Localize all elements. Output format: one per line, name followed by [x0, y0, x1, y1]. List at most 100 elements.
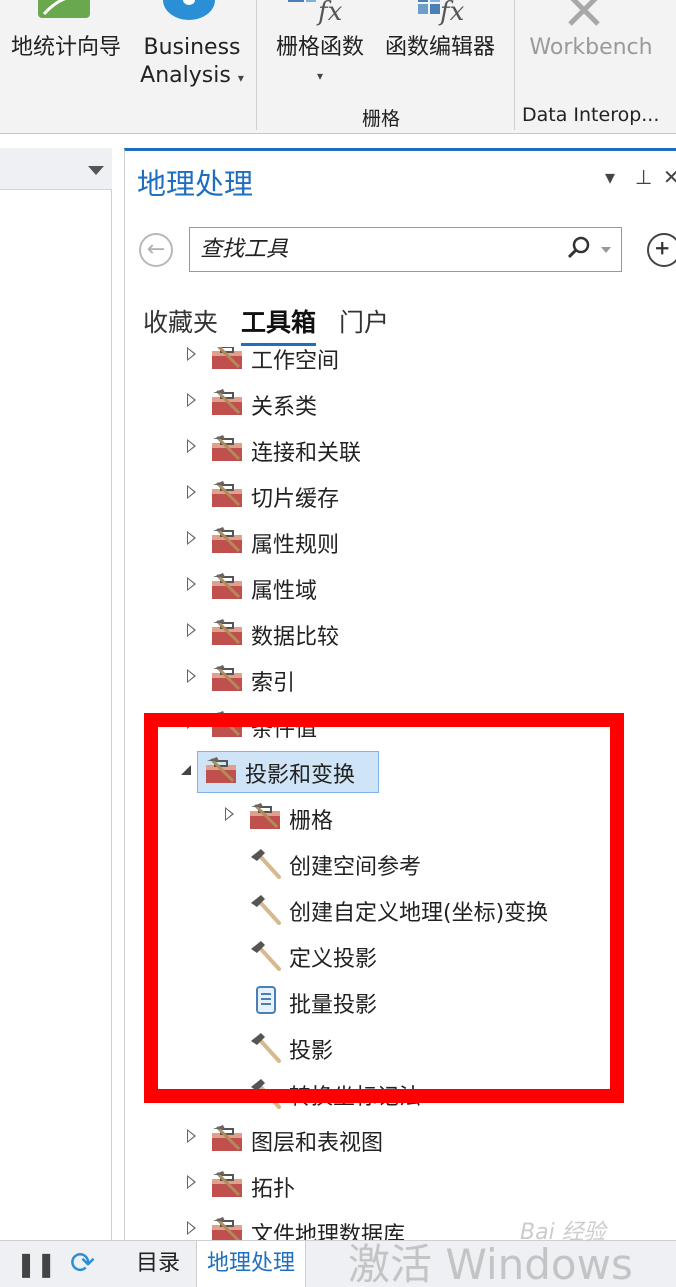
tool-item[interactable]: 投影 [125, 1027, 676, 1067]
workbench-icon [568, 0, 600, 26]
tree-item-label: 数据比较 [251, 625, 340, 650]
function-editor-button[interactable]: 函数编辑器 [378, 34, 502, 62]
search-options-chevron-icon[interactable] [601, 247, 611, 253]
tree-item-label: 条件值 [251, 717, 318, 742]
toolbox-item[interactable]: 条件值 [125, 705, 676, 745]
expand-arrow-icon[interactable] [187, 715, 196, 729]
pane-options-dropdown-icon[interactable]: ▾ [605, 165, 615, 189]
raster-functions-label: 栅格函数 [275, 35, 364, 60]
tree-item-label: 拓扑 [251, 1177, 296, 1202]
business-analysis-button[interactable]: Business Analysis ▾ [134, 34, 250, 92]
workbench-button[interactable]: Workbench [526, 34, 656, 62]
toolbox-icon [211, 663, 245, 695]
toolbox-icon [211, 525, 245, 557]
pause-icon[interactable]: ❚❚ [6, 1241, 66, 1287]
toolbox-item[interactable]: 连接和关联 [125, 429, 676, 469]
tree-item-label: 创建自定义地理(坐标)变换 [289, 901, 549, 926]
toolbox-icon [211, 387, 245, 419]
geostatistical-wizard-button[interactable]: 地统计向导 [4, 34, 128, 62]
expand-arrow-icon[interactable] [187, 531, 196, 545]
expand-arrow-icon[interactable] [187, 669, 196, 683]
back-arrow-icon[interactable]: ← [139, 233, 173, 267]
tree-item-label: 工作空间 [251, 349, 340, 374]
left-pane [0, 148, 112, 1240]
pane-title: 地理处理 [137, 167, 254, 201]
hammer-tool-icon [249, 847, 283, 879]
expand-arrow-icon[interactable] [187, 485, 196, 499]
tab-geoprocessing[interactable]: 地理处理 [196, 1241, 307, 1287]
tool-item[interactable]: 创建空间参考 [125, 843, 676, 883]
toolbox-item[interactable]: 栅格 [125, 797, 676, 837]
tab-portal[interactable]: 门户 [339, 303, 389, 343]
toolbox-icon [211, 709, 245, 741]
expand-arrow-icon[interactable] [187, 347, 196, 361]
function-editor-icon: fx [418, 0, 465, 26]
collapse-arrow-icon[interactable] [181, 765, 191, 775]
tree-item-label: 创建空间参考 [289, 855, 422, 880]
tool-item[interactable]: 定义投影 [125, 935, 676, 975]
toolbox-item[interactable]: 图层和表视图 [125, 1119, 676, 1159]
svg-text:fx: fx [438, 0, 465, 26]
toolbox-item[interactable]: 拓扑 [125, 1165, 676, 1205]
function-editor-label: 函数编辑器 [384, 35, 495, 60]
geoprocessing-pane: 地理处理 ▾ ⊥ ✕ ← 收藏夹 工具箱 门户 工作空间关系类连接和关联切片缓存… [124, 148, 676, 1243]
tab-favorites[interactable]: 收藏夹 [143, 303, 218, 343]
geostatistical-wizard-label: 地统计向导 [10, 35, 121, 60]
search-icon[interactable] [567, 236, 591, 260]
raster-functions-button[interactable]: 栅格函数 ▾ [266, 34, 374, 90]
business-analysis-label-line1: Business [143, 35, 241, 60]
hammer-tool-icon [249, 1031, 283, 1063]
toolbox-item[interactable]: 索引 [125, 659, 676, 699]
tree-item-label: 切片缓存 [251, 487, 340, 512]
toolbox-icon [211, 1123, 245, 1155]
toolbox-icon [211, 347, 245, 373]
toolbox-item[interactable]: 工作空间 [125, 347, 676, 377]
raster-group-label: 栅格 [362, 108, 401, 130]
business-analysis-icon [163, 0, 215, 20]
tool-item[interactable]: 转换坐标记法 [125, 1073, 676, 1113]
tab-catalog[interactable]: 目录 [126, 1241, 190, 1287]
expand-arrow-icon[interactable] [187, 1129, 196, 1143]
toolbox-item[interactable]: 切片缓存 [125, 475, 676, 515]
pane-menu-dropdown-icon[interactable] [88, 166, 104, 175]
expand-arrow-icon[interactable] [225, 807, 234, 821]
data-interop-group-label: Data Interop... [522, 104, 660, 126]
pin-icon[interactable]: ⊥ [635, 165, 652, 189]
toolbox-item-expanded[interactable]: 投影和变换 [125, 751, 676, 793]
toolbox-item[interactable]: 属性规则 [125, 521, 676, 561]
refresh-icon[interactable]: ⟳ [60, 1241, 105, 1287]
tool-item[interactable]: 创建自定义地理(坐标)变换 [125, 889, 676, 929]
tree-item-label: 批量投影 [289, 993, 378, 1018]
toolbox-tree: 工作空间关系类连接和关联切片缓存属性规则属性域数据比较索引条件值投影和变换栅格创… [125, 347, 676, 1243]
tree-item-label: 投影和变换 [245, 763, 356, 788]
tool-item[interactable]: 批量投影 [125, 981, 676, 1021]
expand-arrow-icon[interactable] [187, 439, 196, 453]
toolbox-item[interactable]: 属性域 [125, 567, 676, 607]
expand-arrow-icon[interactable] [187, 393, 196, 407]
expand-arrow-icon[interactable] [187, 623, 196, 637]
search-input[interactable] [200, 234, 540, 264]
expand-arrow-icon[interactable] [187, 1175, 196, 1189]
toolbox-icon [211, 479, 245, 511]
svg-text:fx: fx [316, 0, 343, 26]
tree-item-label: 图层和表视图 [251, 1131, 384, 1156]
script-tool-icon [249, 985, 283, 1017]
toolbox-item[interactable]: 关系类 [125, 383, 676, 423]
hammer-tool-icon [249, 893, 283, 925]
close-icon[interactable]: ✕ [663, 165, 676, 189]
ribbon-separator [256, 0, 257, 130]
toolbox-icon [211, 617, 245, 649]
expand-arrow-icon[interactable] [187, 1221, 196, 1235]
tree-item-label: 属性域 [251, 579, 318, 604]
tree-item-label: 投影 [289, 1039, 334, 1064]
chevron-down-icon: ▾ [316, 69, 324, 83]
toolbox-icon [211, 571, 245, 603]
tab-toolboxes[interactable]: 工具箱 [241, 303, 317, 346]
toolbox-item[interactable]: 数据比较 [125, 613, 676, 653]
raster-functions-icon: fx [288, 0, 343, 26]
expand-arrow-icon[interactable] [187, 577, 196, 591]
add-icon[interactable] [647, 233, 676, 267]
toolbox-icon [211, 433, 245, 465]
toolbox-icon [205, 755, 239, 787]
toolbox-icon [211, 1215, 245, 1243]
